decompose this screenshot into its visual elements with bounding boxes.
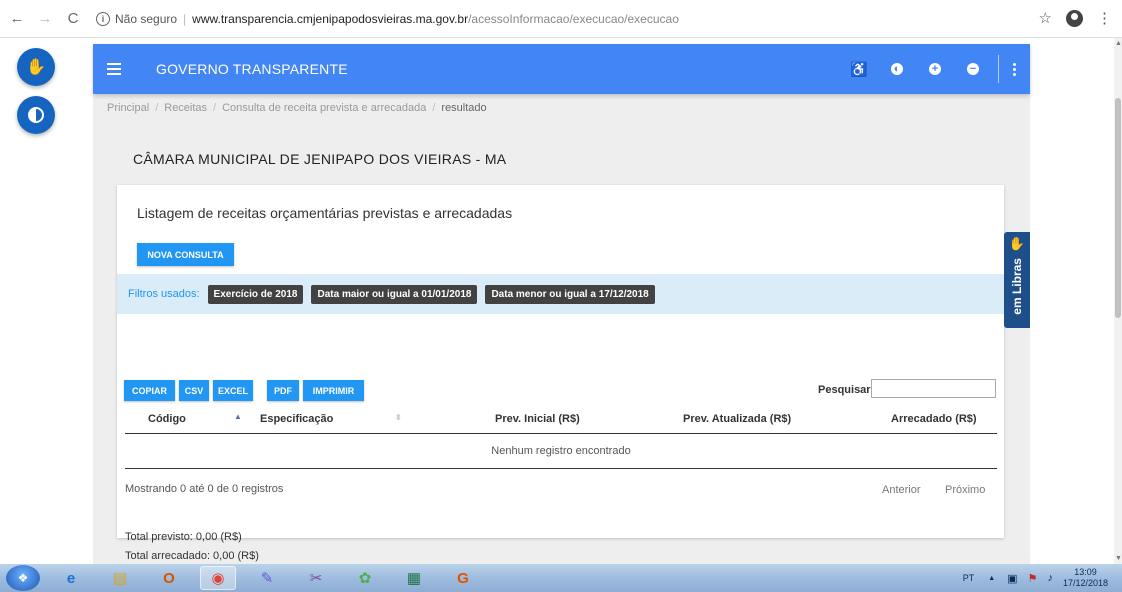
menu-icon[interactable]: ⋮	[1097, 9, 1112, 27]
info-icon[interactable]: i	[96, 12, 110, 26]
hamburger-menu-icon[interactable]	[107, 63, 121, 75]
app-bar: GOVERNO TRANSPARENTE ♿ ◐ + −	[93, 44, 1030, 94]
csv-button[interactable]: CSV	[179, 380, 209, 401]
url-path: /acessoInformacao/execucao/execucao	[468, 12, 679, 26]
filter-chip: Data menor ou igual a 17/12/2018	[485, 284, 655, 304]
appbar-divider	[998, 55, 999, 83]
table-header: Código ▲ Especificação ⬍ Prev. Inicial (…	[125, 404, 997, 434]
breadcrumb-link[interactable]: Consulta de receita prevista e arrecadad…	[222, 102, 426, 114]
results-card: Listagem de receitas orçamentárias previ…	[117, 185, 1004, 562]
zoom-out-icon[interactable]: −	[964, 60, 982, 78]
chrome-icon[interactable]: ◉	[200, 566, 236, 590]
results-table: Código ▲ Especificação ⬍ Prev. Inicial (…	[125, 404, 997, 469]
excel-button[interactable]: EXCEL	[213, 380, 253, 401]
total-arrecadado: Total arrecadado: 0,00 (R$)	[125, 550, 259, 562]
clock-time: 13:09	[1074, 567, 1097, 577]
copy-button[interactable]: COPIAR	[124, 380, 175, 401]
breadcrumb-link[interactable]: Principal	[107, 102, 149, 114]
filters-bar: Filtros usados: Exercício de 2018 Data m…	[117, 274, 1004, 314]
internet-explorer-icon[interactable]: e	[53, 566, 89, 590]
search-input[interactable]	[871, 379, 996, 398]
breadcrumb-current: resultado	[441, 102, 487, 114]
app-leaf-icon[interactable]: ✿	[347, 566, 383, 590]
pdf-app-icon[interactable]: G	[445, 566, 481, 590]
column-header-codigo[interactable]: Código	[148, 413, 186, 425]
total-previsto: Total previsto: 0,00 (R$)	[125, 531, 242, 543]
sort-icon[interactable]: ⬍	[395, 413, 402, 422]
accessibility-icon[interactable]: ♿	[850, 60, 868, 78]
omnibox-separator: |	[183, 12, 187, 26]
system-tray: PT ▲ ▣ ⚑ ♪ 13:09 17/12/2018	[963, 564, 1108, 592]
file-explorer-icon[interactable]: ▤	[102, 566, 138, 590]
breadcrumb-link[interactable]: Receitas	[164, 102, 207, 114]
nova-consulta-button[interactable]: NOVA CONSULTA	[137, 243, 234, 266]
bookmark-star-icon[interactable]: ☆	[1039, 9, 1052, 27]
column-header-prev-inicial[interactable]: Prev. Inicial (R$)	[495, 413, 580, 425]
back-icon[interactable]: ←	[6, 8, 28, 30]
address-bar[interactable]: i Não seguro | www.transparencia.cmjenip…	[96, 8, 679, 30]
page-title: CÂMARA MUNICIPAL DE JENIPAPO DOS VIEIRAS…	[133, 151, 507, 167]
tools-icon[interactable]: ✂	[298, 566, 334, 590]
libras-side-tab[interactable]: ✋ em Libras	[1004, 232, 1030, 328]
url-host: www.transparencia.cmjenipapodosvieiras.m…	[192, 12, 469, 26]
filters-label: Filtros usados:	[128, 288, 200, 300]
paint-icon[interactable]: ✎	[249, 566, 285, 590]
column-header-prev-atualizada[interactable]: Prev. Atualizada (R$)	[683, 413, 791, 425]
libras-fab-button[interactable]: ✋	[17, 48, 55, 86]
scroll-down-icon[interactable]: ▼	[1115, 555, 1122, 562]
empty-row: Nenhum registro encontrado	[125, 434, 997, 469]
pdf-button[interactable]: PDF	[267, 380, 299, 401]
profile-icon[interactable]	[1066, 9, 1083, 27]
column-header-especificacao[interactable]: Especificação	[260, 413, 333, 425]
filter-chip: Data maior ou igual a 01/01/2018	[311, 284, 478, 304]
app-title[interactable]: GOVERNO TRANSPARENTE	[156, 61, 348, 77]
tray-expand-icon[interactable]: ▲	[988, 575, 995, 582]
more-vert-icon[interactable]	[1013, 62, 1016, 76]
scroll-thumb[interactable]	[1115, 98, 1121, 318]
previous-page-button[interactable]: Anterior	[882, 484, 921, 496]
search-label: Pesquisar	[818, 384, 871, 396]
outlook-icon[interactable]: O	[151, 566, 187, 590]
browser-toolbar: ← → C i Não seguro | www.transparencia.c…	[0, 0, 1122, 38]
breadcrumb: Principal / Receitas / Consulta de receita p…	[107, 102, 487, 114]
libras-tab-label: em Libras	[1010, 258, 1024, 315]
card-title: Listagem de receitas orçamentárias previ…	[137, 205, 513, 221]
windows-taskbar: ❖ e ▤ O ◉ ✎ ✂ ✿ ▦ G PT ▲ ▣ ⚑ ♪ 13:09 17/…	[0, 564, 1122, 592]
contrast-icon	[28, 107, 44, 123]
contrast-fab-button[interactable]	[17, 96, 55, 134]
filter-chip: Exercício de 2018	[207, 284, 304, 304]
network-icon[interactable]: ▣	[1007, 572, 1017, 585]
start-button[interactable]: ❖	[6, 565, 40, 591]
sort-asc-icon[interactable]: ▲	[234, 412, 242, 421]
brightness-icon[interactable]: ◐	[888, 60, 906, 78]
next-page-button[interactable]: Próximo	[945, 484, 985, 496]
volume-icon[interactable]: ♪	[1047, 572, 1053, 584]
language-indicator[interactable]: PT	[963, 573, 975, 583]
forward-icon[interactable]: →	[34, 8, 56, 30]
zoom-in-icon[interactable]: +	[926, 60, 944, 78]
spreadsheet-icon[interactable]: ▦	[396, 566, 432, 590]
sign-language-icon: ✋	[26, 59, 46, 76]
page-viewport: ✋ GOVERNO TRANSPARENTE ♿ ◐ + − Principal…	[0, 38, 1114, 564]
clock-date: 17/12/2018	[1062, 578, 1108, 588]
sign-language-icon: ✋	[1008, 236, 1026, 251]
flag-alert-icon[interactable]: ⚑	[1028, 572, 1038, 585]
clock[interactable]: 13:09 17/12/2018	[1063, 567, 1108, 589]
pagination-info: Mostrando 0 até 0 de 0 registros	[125, 483, 284, 495]
column-header-arrecadado[interactable]: Arrecadado (R$)	[891, 413, 977, 425]
print-button[interactable]: IMPRIMIR	[303, 380, 364, 401]
scroll-up-icon[interactable]: ▲	[1115, 40, 1122, 47]
page-scrollbar[interactable]: ▲ ▼	[1114, 38, 1122, 564]
security-label: Não seguro	[115, 12, 178, 26]
reload-icon[interactable]: C	[62, 8, 84, 30]
